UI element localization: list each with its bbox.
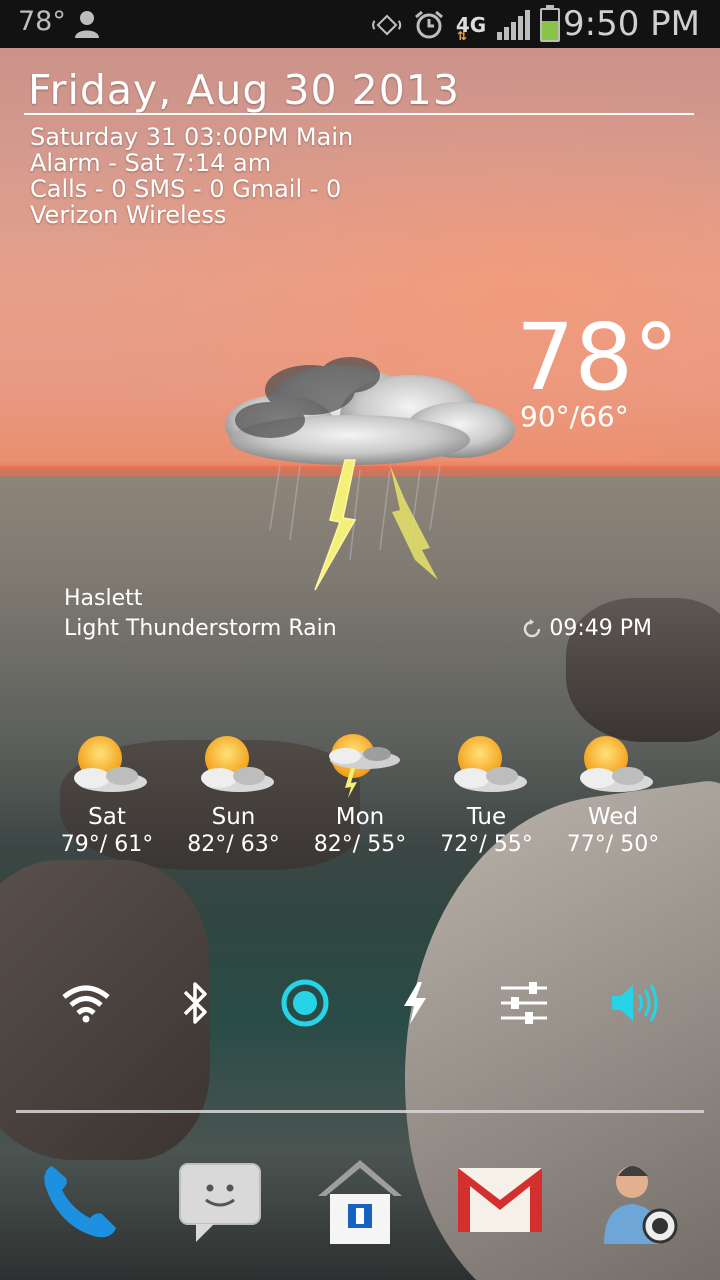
- widget-date[interactable]: Friday, Aug 30 2013: [28, 66, 460, 114]
- dock-divider: [16, 1110, 704, 1113]
- sound-toggle[interactable]: [584, 970, 684, 1036]
- phone-icon: [44, 1166, 116, 1238]
- forecast-day-name: Sat: [88, 804, 126, 830]
- sound-icon: [611, 984, 658, 1022]
- flashlight-toggle[interactable]: [365, 970, 465, 1036]
- weather-location[interactable]: Haslett: [64, 586, 142, 611]
- forecast-day[interactable]: Wed 77°/ 50°: [550, 730, 676, 857]
- partly-cloudy-icon: [580, 736, 653, 792]
- calendar-event[interactable]: Saturday 31 03:00PM Main: [30, 124, 353, 150]
- carrier-name: Verizon Wireless: [30, 201, 227, 229]
- home-app[interactable]: [300, 1140, 420, 1260]
- gmail-icon: [458, 1168, 542, 1232]
- quick-toggles: [36, 970, 684, 1036]
- forecast-temps: 82°/ 55°: [313, 832, 407, 857]
- forecast-temps: 79°/ 61°: [60, 832, 154, 857]
- contacts-app[interactable]: [580, 1140, 700, 1260]
- hi-lo-temperature: 90°/66°: [520, 400, 629, 433]
- gps-toggle[interactable]: [255, 970, 355, 1036]
- gps-icon: [281, 979, 329, 1027]
- phone-app[interactable]: [20, 1140, 140, 1260]
- partly-cloudy-icon: [200, 736, 274, 792]
- gmail-app[interactable]: [440, 1140, 560, 1260]
- signal-strength-icon: [497, 10, 530, 40]
- forecast-day[interactable]: Sat 79°/ 61°: [44, 730, 170, 857]
- forecast-temps: 82°/ 63°: [187, 832, 280, 857]
- weather-updated[interactable]: 09:49 PM: [521, 616, 652, 641]
- network-4g-icon: 4G ⇅: [455, 13, 487, 43]
- forecast-day-name: Tue: [466, 804, 507, 830]
- forecast-day[interactable]: Sun 82°/ 63°: [171, 730, 297, 857]
- person-icon: [75, 11, 99, 38]
- battery-icon: [540, 5, 560, 42]
- contacts-icon: [604, 1166, 678, 1244]
- wifi-icon: [62, 985, 110, 1023]
- partly-cloudy-icon: [74, 736, 147, 792]
- app-dock: [20, 1140, 700, 1260]
- notification-counts[interactable]: Calls - 0 SMS - 0 Gmail - 0: [30, 176, 353, 202]
- home-screen: 78° 4G ⇅ 9:50 PM Friday, Aug 30 2013 Sat…: [0, 0, 720, 1280]
- status-temp: 78°: [18, 6, 66, 37]
- weather-condition: Light Thunderstorm Rain: [64, 616, 337, 641]
- updated-time: 09:49 PM: [549, 616, 652, 641]
- forecast-temps: 72°/ 55°: [440, 832, 533, 857]
- partly-cloudy-icon: [453, 736, 527, 792]
- messaging-app[interactable]: [160, 1140, 280, 1260]
- messaging-icon: [179, 1163, 261, 1242]
- bluetooth-toggle[interactable]: [146, 970, 246, 1036]
- vibrate-icon: [371, 9, 403, 41]
- forecast-row: Sat 79°/ 61° Sun 82°/ 63° Mon 82°/ 55° T…: [44, 730, 676, 857]
- battery-level: [542, 20, 558, 40]
- settings-sliders-icon: [501, 982, 548, 1024]
- forecast-temps: 77°/ 50°: [566, 832, 660, 857]
- status-time: 9:50 PM: [563, 4, 700, 44]
- current-temperature[interactable]: 78°: [516, 308, 679, 408]
- divider: [24, 113, 694, 115]
- forecast-day-name: Sun: [211, 804, 256, 830]
- forecast-day-name: Mon: [335, 804, 385, 830]
- bluetooth-icon: [183, 982, 207, 1024]
- forecast-day-name: Wed: [587, 804, 639, 830]
- forecast-day[interactable]: Mon 82°/ 55°: [297, 730, 423, 857]
- thunderstorm-icon: [225, 357, 515, 591]
- forecast-day[interactable]: Tue 72°/ 55°: [424, 730, 550, 857]
- status-icons: 4G ⇅: [371, 5, 560, 43]
- alarm-icon: [413, 9, 445, 41]
- flashlight-icon: [403, 982, 426, 1024]
- widget-info[interactable]: Saturday 31 03:00PM Main Alarm - Sat 7:1…: [30, 124, 353, 228]
- settings-toggle[interactable]: [474, 970, 574, 1036]
- thunderstorm-icon: [329, 734, 400, 798]
- status-bar[interactable]: 78° 4G ⇅ 9:50 PM: [0, 0, 720, 48]
- home-icon: [318, 1160, 402, 1244]
- alarm-text[interactable]: Alarm - Sat 7:14 am: [30, 150, 353, 176]
- wifi-toggle[interactable]: [36, 970, 136, 1036]
- refresh-icon[interactable]: [521, 618, 543, 640]
